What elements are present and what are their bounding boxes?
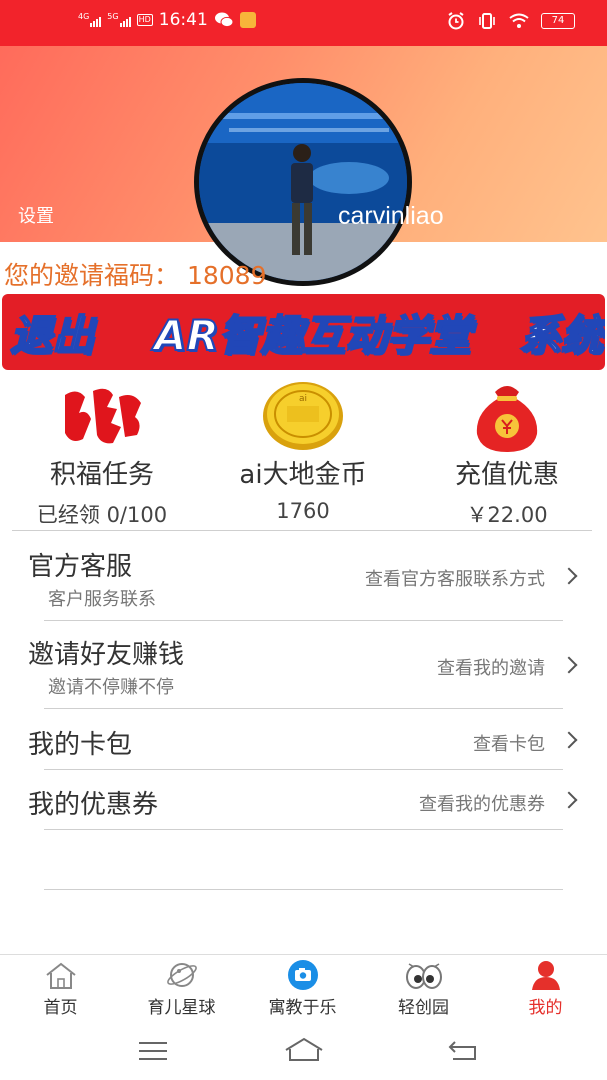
nav-item-edutainment[interactable]: 寓教于乐 — [242, 955, 363, 1018]
menu-action: 查看我的邀请 — [437, 658, 545, 679]
feature-title: ai大地金币 — [239, 460, 367, 490]
back-icon[interactable] — [447, 1039, 479, 1061]
home-icon — [0, 955, 121, 991]
menu-label: 我的卡包 — [28, 730, 133, 760]
feature-title: 积福任务 — [49, 460, 154, 490]
nav-item-parenting-planet[interactable]: 育儿星球 — [121, 955, 242, 1018]
nav-item-home[interactable]: 首页 — [0, 955, 121, 1018]
app-notification-icon — [239, 12, 256, 28]
menu-row-invite-friends[interactable]: 邀请好友赚钱 邀请不停赚不停 查看我的邀请 — [0, 628, 607, 708]
profile-banner: 设置 carvinliao — [0, 46, 607, 286]
ar-title: AR智趣互动学堂 — [153, 310, 472, 361]
feature-title: 充值优惠 — [454, 460, 559, 490]
bottom-nav: 首页 育儿星球 寓教于乐 轻创园 我的 — [0, 955, 607, 1023]
feature-value: ￥22.00 — [466, 503, 548, 527]
signal-4g-icon: 4G — [78, 12, 102, 27]
network-5g-label: 5G — [107, 12, 119, 21]
status-time: 16:41 — [158, 10, 208, 30]
menu-label: 我的优惠券 — [28, 790, 159, 820]
network-4g-label: 4G — [78, 12, 90, 21]
menu-label: 官方客服 — [28, 552, 133, 582]
chevron-right-icon — [560, 656, 578, 674]
nav-label: 育儿星球 — [147, 998, 216, 1018]
planet-icon — [121, 955, 242, 991]
feature-value: 已经领 0/100 — [36, 503, 168, 527]
status-bar: 4G 5G HD 16:41 74 — [0, 0, 607, 46]
menu-action: 查看我的优惠券 — [419, 794, 545, 815]
camera-icon — [242, 955, 363, 991]
menu-sub: 邀请不停赚不停 — [48, 677, 174, 698]
menu-icon[interactable] — [138, 1041, 168, 1061]
feature-grid: 积福任务 已经领 0/100 ai ai大地金币 1760 充值优惠 ￥22.0… — [0, 378, 607, 528]
svg-text:ai: ai — [299, 394, 307, 404]
battery-icon: 74 — [541, 13, 575, 29]
vibrate-icon — [479, 13, 495, 29]
eyes-icon — [363, 955, 484, 991]
menu-sub: 客户服务联系 — [48, 589, 156, 610]
nav-label: 轻创园 — [398, 998, 449, 1018]
logout-button[interactable]: 退出 — [9, 302, 95, 363]
wechat-icon — [214, 12, 234, 28]
chevron-right-icon — [560, 731, 578, 749]
status-left: 4G 5G HD 16:41 — [78, 10, 256, 30]
nav-label: 寓教于乐 — [268, 998, 337, 1018]
divider — [44, 829, 563, 830]
hd-icon: HD — [136, 14, 153, 26]
menu-row-coupons[interactable]: 我的优惠券 查看我的优惠券 — [0, 770, 607, 830]
signal-5g-icon: 5G — [107, 12, 131, 27]
menu-action: 查看官方客服联系方式 — [365, 569, 545, 590]
nav-item-startup-park[interactable]: 轻创园 — [363, 955, 484, 1018]
menu-row-customer-service[interactable]: 官方客服 客户服务联系 查看官方客服联系方式 — [0, 540, 607, 620]
divider — [12, 530, 592, 531]
invite-code: 您的邀请福码： 18089 — [4, 261, 267, 290]
menu-action: 查看卡包 — [473, 734, 545, 755]
menu-label: 邀请好友赚钱 — [28, 640, 185, 670]
avatar-photo — [199, 83, 407, 281]
divider — [44, 708, 563, 709]
user-icon — [485, 955, 606, 991]
status-right: 74 — [447, 12, 575, 30]
divider — [44, 620, 563, 621]
system-nav-bar — [0, 1023, 607, 1080]
home-button-icon[interactable] — [284, 1037, 324, 1063]
username: carvinliao — [338, 202, 444, 230]
ar-system-label: 系统 — [518, 310, 604, 361]
divider — [44, 889, 563, 890]
nav-item-me[interactable]: 我的 — [485, 955, 606, 1018]
feature-fortune-tasks[interactable]: 积福任务 已经领 0/100 — [2, 378, 202, 529]
chevron-right-icon — [560, 567, 578, 585]
money-bag-icon — [407, 378, 607, 454]
ar-banner[interactable]: 退出 AR智趣互动学堂 系统 — [2, 294, 605, 370]
feature-gold-coin[interactable]: ai ai大地金币 1760 — [203, 378, 403, 523]
gold-coin-icon: ai — [203, 378, 403, 454]
fortune-icon — [2, 378, 202, 454]
nav-label: 首页 — [43, 998, 78, 1018]
avatar[interactable] — [194, 78, 412, 286]
feature-value: 1760 — [276, 499, 330, 523]
chevron-right-icon — [560, 791, 578, 809]
menu-row-card-wallet[interactable]: 我的卡包 查看卡包 — [0, 710, 607, 770]
settings-link[interactable]: 设置 — [18, 202, 54, 228]
alarm-icon — [448, 12, 464, 30]
nav-label: 我的 — [528, 998, 563, 1018]
wifi-icon — [509, 13, 529, 28]
feature-recharge-discount[interactable]: 充值优惠 ￥22.00 — [407, 378, 607, 529]
